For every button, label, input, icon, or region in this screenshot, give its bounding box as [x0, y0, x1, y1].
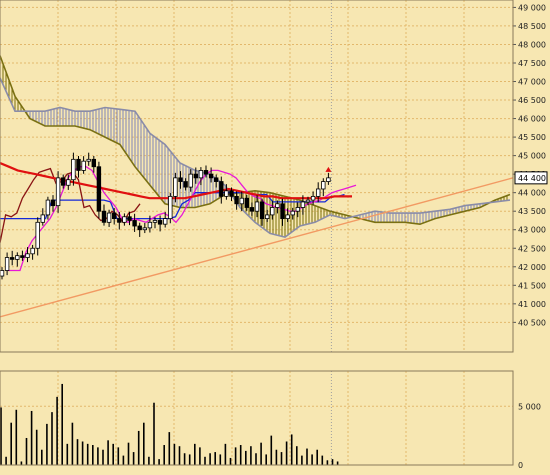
- y-axis-tick-label: 48 500: [518, 22, 546, 31]
- candle-body: [264, 214, 270, 220]
- candle-body: [270, 207, 275, 216]
- candle-body: [66, 179, 71, 186]
- candle-body: [188, 173, 193, 188]
- candle-body: [71, 158, 76, 181]
- candle-body: [234, 195, 239, 205]
- candle-body: [157, 220, 163, 225]
- candle-body: [91, 158, 96, 168]
- y-axis-tick-label: 42 000: [518, 263, 546, 272]
- candle-body: [244, 197, 249, 208]
- candle-body: [193, 173, 198, 179]
- candle-body: [96, 166, 102, 212]
- candle-body: [101, 210, 107, 223]
- candle-body: [305, 199, 311, 203]
- y-axis-tick-label: 41 000: [518, 300, 546, 309]
- y-axis-tick-label: 43 500: [518, 207, 546, 216]
- candle-body: [295, 207, 300, 212]
- y-axis-tick-label: 47 000: [518, 78, 546, 87]
- candle-body: [152, 220, 158, 223]
- candle-body: [117, 218, 122, 223]
- candle-body: [168, 195, 173, 220]
- candle-body: [254, 201, 260, 212]
- candle-body: [0, 270, 5, 277]
- candle-body: [142, 227, 147, 231]
- candle-body: [280, 203, 285, 220]
- candle-body: [61, 177, 66, 186]
- candle-body: [310, 195, 316, 201]
- candle-body: [162, 218, 168, 225]
- candle-body: [132, 220, 137, 227]
- y-axis-tick-label: 41 500: [518, 281, 546, 290]
- candle-body: [127, 216, 132, 221]
- candle-body: [219, 181, 224, 197]
- candle-body: [106, 212, 112, 223]
- candle-body: [275, 203, 280, 208]
- price-chart: 49 000 48 500 48 000 47 500 47 000 46 500 46 0…: [0, 0, 548, 470]
- candle-body: [224, 190, 229, 197]
- candle-body: [137, 225, 142, 231]
- candle-body: [147, 221, 153, 229]
- candle-body: [55, 177, 61, 207]
- candle-body: [300, 201, 306, 208]
- y-axis-tick-label: 44 000: [518, 189, 546, 198]
- candle-body: [122, 216, 127, 223]
- y-axis-tick-label: 49 000: [518, 3, 546, 12]
- volume-tick-label: 5 000: [518, 402, 541, 411]
- candle-body: [239, 197, 244, 205]
- candle-body: [249, 207, 255, 212]
- candle-body: [35, 221, 40, 249]
- volume-tick-label: 0: [518, 461, 523, 470]
- candle-body: [50, 199, 56, 207]
- candle-body: [40, 214, 45, 223]
- candle-body: [20, 255, 25, 258]
- candle-body: [15, 255, 20, 260]
- candle-body: [9, 257, 15, 260]
- y-axis-tick-label: 46 000: [518, 115, 546, 124]
- candle-body: [81, 160, 86, 171]
- volume-pane: 5 000 0: [0, 370, 541, 470]
- y-axis-tick-label: 40 500: [518, 318, 546, 327]
- candle-body: [290, 210, 295, 216]
- candle-body: [208, 173, 214, 179]
- y-axis-tick-label: 45 000: [518, 152, 546, 161]
- candle-body: [30, 247, 35, 255]
- candle-body: [321, 181, 326, 190]
- candle-body: [213, 177, 219, 182]
- candle-body: [112, 212, 117, 220]
- candle-body: [326, 177, 331, 182]
- candle-body: [86, 158, 91, 162]
- y-axis-tick-label: 42 500: [518, 244, 546, 253]
- candle-body: [285, 214, 290, 220]
- candle-body: [203, 170, 209, 175]
- y-axis-tick-label: 46 500: [518, 96, 546, 105]
- candle-body: [229, 190, 234, 197]
- candle-body: [315, 188, 321, 197]
- candle-body: [178, 177, 183, 182]
- candle-body: [259, 201, 265, 220]
- candle-body: [25, 253, 30, 258]
- price-plot-area: [0, 0, 513, 352]
- y-axis-tick-label: 48 000: [518, 40, 546, 49]
- y-axis-tick-label: 45 500: [518, 133, 546, 142]
- candle-body: [76, 158, 81, 171]
- candle-body: [183, 181, 188, 188]
- y-axis-tick-label: 43 000: [518, 226, 546, 235]
- last-price-label: 44 400: [518, 174, 546, 183]
- candle-body: [45, 199, 51, 216]
- y-axis-tick-label: 47 500: [518, 59, 546, 68]
- candle-body: [198, 170, 204, 179]
- candle-body: [173, 177, 178, 197]
- price-pane: 49 000 48 500 48 000 47 500 47 000 46 500 46 0…: [0, 0, 548, 353]
- candle-body: [4, 257, 10, 271]
